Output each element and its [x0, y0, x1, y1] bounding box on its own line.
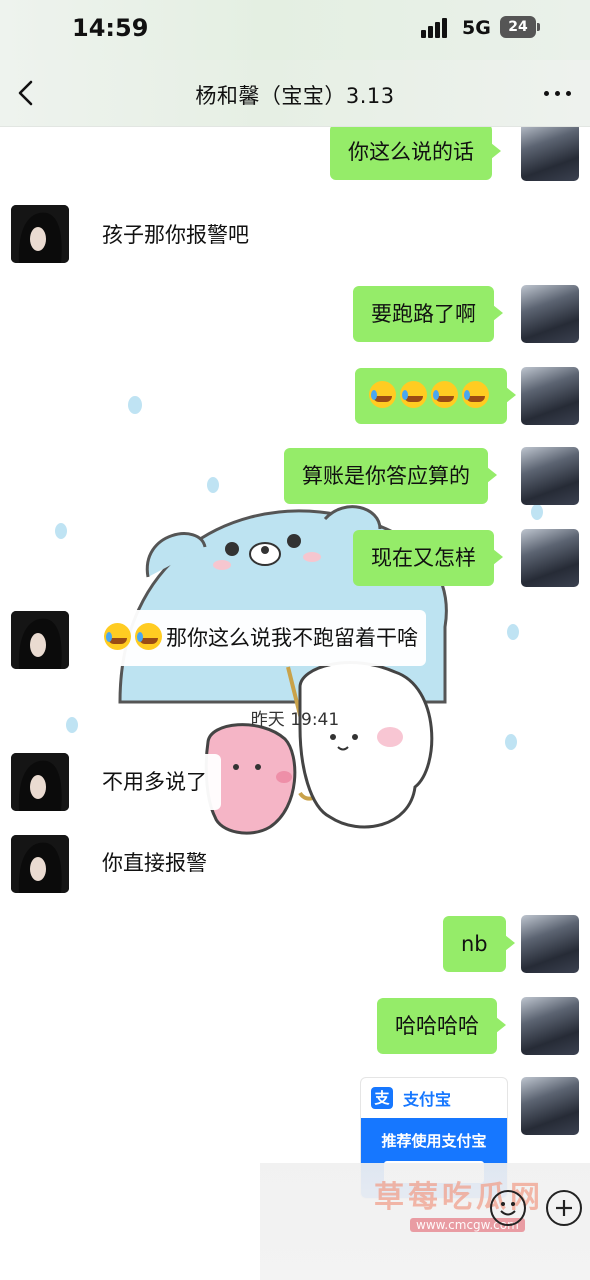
my-avatar[interactable] [521, 367, 579, 425]
emoji-face-icon[interactable] [490, 1190, 526, 1226]
my-avatar[interactable] [521, 285, 579, 343]
face-with-tears-of-joy-icon [104, 623, 131, 650]
my-avatar[interactable] [521, 1077, 579, 1135]
plus-circle-icon[interactable] [546, 1190, 582, 1226]
contact-avatar[interactable] [11, 205, 69, 263]
message-bubble-outgoing[interactable]: 哈哈哈哈 [377, 998, 506, 1054]
message-text: 现在又怎样 [371, 546, 476, 570]
message-bubble-outgoing[interactable]: nb [443, 916, 515, 972]
face-with-tears-of-joy-icon [400, 381, 427, 408]
alipay-logo-icon: 支 [371, 1087, 393, 1109]
battery-icon: 24 [500, 16, 540, 38]
my-avatar[interactable] [521, 915, 579, 973]
message-text: 孩子那你报警吧 [102, 223, 249, 247]
message-text: 哈哈哈哈 [395, 1014, 479, 1038]
message-timestamp: 昨天 19:41 [250, 710, 340, 730]
face-with-tears-of-joy-icon [462, 381, 489, 408]
my-avatar[interactable] [521, 997, 579, 1055]
contact-avatar[interactable] [11, 611, 69, 669]
network-type: 5G [462, 17, 491, 39]
my-avatar[interactable] [521, 447, 579, 505]
chat-title: 杨和馨（宝宝）3.13 [195, 84, 395, 108]
face-with-tears-of-joy-icon [135, 623, 162, 650]
message-text: 你这么说的话 [348, 140, 474, 164]
status-bar: 14:59 5G 24 [0, 0, 590, 60]
message-bubble-incoming[interactable]: 那你这么说我不跑留着干啥 [96, 610, 426, 666]
message-bubble-outgoing[interactable]: 算账是你答应算的 [284, 448, 497, 504]
message-text: 那你这么说我不跑留着干啥 [166, 626, 418, 650]
message-text: nb [461, 932, 488, 956]
my-avatar[interactable] [521, 529, 579, 587]
message-text: 不用多说了 [102, 770, 207, 794]
message-text: 要跑路了啊 [371, 302, 476, 326]
chat-header: 杨和馨（宝宝）3.13 [0, 60, 590, 127]
message-bubble-outgoing[interactable]: 你这么说的话 [330, 127, 501, 180]
face-with-tears-of-joy-icon [369, 381, 396, 408]
alipay-card-header: 支 支付宝 [361, 1078, 507, 1118]
message-bubble-incoming[interactable]: 你直接报警 [88, 835, 221, 891]
alipay-headline: 推荐使用支付宝 [381, 1132, 487, 1150]
contact-avatar[interactable] [11, 753, 69, 811]
signal-icon [421, 18, 453, 38]
message-bubble-outgoing[interactable] [355, 368, 516, 424]
message-text: 算账是你答应算的 [302, 464, 470, 488]
message-list[interactable]: 你这么说的话 孩子那你报警吧 要跑路了啊 算账是你答应算的 现在又怎样 那你这么… [0, 127, 590, 1280]
message-bubble-incoming[interactable]: 孩子那你报警吧 [88, 207, 263, 263]
status-time: 14:59 [72, 14, 149, 42]
message-bubble-outgoing[interactable]: 要跑路了啊 [353, 286, 503, 342]
message-text: 你直接报警 [102, 851, 207, 875]
contact-avatar[interactable] [11, 835, 69, 893]
message-bubble-incoming[interactable]: 不用多说了 [88, 754, 221, 810]
more-dots-icon[interactable] [540, 82, 574, 104]
face-with-tears-of-joy-icon [431, 381, 458, 408]
message-bubble-outgoing[interactable]: 现在又怎样 [353, 530, 503, 586]
alipay-brand: 支付宝 [403, 1090, 452, 1109]
my-avatar[interactable] [521, 127, 579, 181]
